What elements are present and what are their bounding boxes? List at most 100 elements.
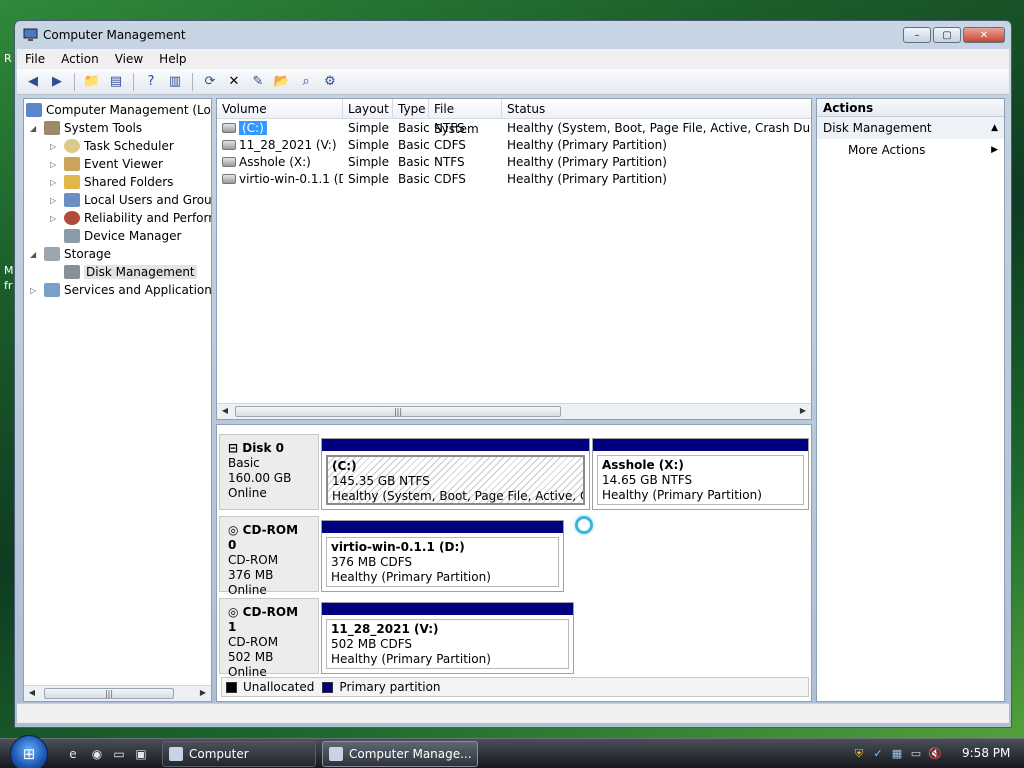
volume-list-horizontal-scrollbar[interactable]: ◀ ||| ▶ <box>217 403 811 419</box>
column-file-system[interactable]: File System <box>429 99 502 136</box>
close-button[interactable]: ✕ <box>963 27 1005 43</box>
actions-section-disk-management[interactable]: Disk Management ▲ <box>817 117 1004 139</box>
show-hide-tree-icon[interactable]: ▤ <box>106 72 126 92</box>
tree-item-disk-management[interactable]: Disk Management <box>64 263 197 281</box>
tree-item-device-manager[interactable]: Device Manager <box>64 227 181 245</box>
volume-muted-icon[interactable]: 🔇 <box>928 747 942 761</box>
shared-folder-icon <box>64 175 80 189</box>
menu-action[interactable]: Action <box>53 52 107 66</box>
tree-item-computer-management[interactable]: Computer Management (Local <box>26 101 212 119</box>
sync-icon[interactable]: ✓ <box>871 747 885 761</box>
disk-name: ◎ CD-ROM 0 <box>228 523 299 552</box>
partition-x[interactable]: Asshole (X:) 14.65 GB NTFS Healthy (Prim… <box>592 438 809 510</box>
settings-icon[interactable]: ⚙ <box>320 72 340 92</box>
partition-name: virtio-win-0.1.1 (D:) <box>331 540 465 554</box>
start-button[interactable]: ⊞ <box>10 735 48 768</box>
window-title: Computer Management <box>43 28 186 42</box>
partition-size: 14.65 GB NTFS <box>602 473 693 487</box>
show-hide-action-pane-icon[interactable]: ▥ <box>165 72 185 92</box>
open-icon[interactable]: 📂 <box>272 72 292 92</box>
volume-type: Basic <box>398 138 429 152</box>
cdrom-1-info[interactable]: ◎ CD-ROM 1 CD-ROM 502 MB Online <box>219 598 319 679</box>
network-icon[interactable]: ▦ <box>890 747 904 761</box>
services-icon <box>44 283 60 297</box>
scroll-right-icon[interactable]: ▶ <box>797 406 809 415</box>
table-row[interactable]: (C:) Simple Basic NTFS Healthy (System, … <box>217 120 811 137</box>
volume-name: Asshole (X:) <box>239 155 311 169</box>
column-layout[interactable]: Layout <box>343 99 393 119</box>
forward-icon[interactable]: ▶ <box>47 72 67 92</box>
partition-d[interactable]: virtio-win-0.1.1 (D:) 376 MB CDFS Health… <box>321 520 564 592</box>
collapse-arrow-icon[interactable]: ◢ <box>30 250 40 259</box>
column-volume[interactable]: Volume <box>217 99 343 119</box>
tree-horizontal-scrollbar[interactable]: ◀ ||| ▶ <box>24 685 211 701</box>
expand-arrow-icon[interactable]: ▷ <box>50 142 60 151</box>
scrollbar-thumb[interactable]: ||| <box>235 406 561 417</box>
table-row[interactable]: Asshole (X:) Simple Basic NTFS Healthy (… <box>217 154 811 171</box>
tree-item-reliability[interactable]: ▷ Reliability and Performa <box>50 209 211 227</box>
disk-management-icon <box>64 265 80 279</box>
partition-v[interactable]: 11_28_2021 (V:) 502 MB CDFS Healthy (Pri… <box>321 602 574 674</box>
tree-item-local-users[interactable]: ▷ Local Users and Groups <box>50 191 211 209</box>
storage-icon <box>44 247 60 261</box>
help-icon[interactable]: ? <box>141 72 161 92</box>
expand-arrow-icon[interactable]: ▷ <box>50 214 60 223</box>
media-player-icon[interactable]: ◉ <box>88 746 106 762</box>
search-icon[interactable]: ⌕ <box>296 72 316 92</box>
partition-bar <box>322 603 573 615</box>
disk-state: Online <box>228 583 267 597</box>
clock[interactable]: 9:58 PM <box>962 746 1010 760</box>
tree-item-task-scheduler[interactable]: ▷ Task Scheduler <box>50 137 174 155</box>
tree-item-event-viewer[interactable]: ▷ Event Viewer <box>50 155 163 173</box>
properties-icon[interactable]: ✎ <box>248 72 268 92</box>
tree-item-storage[interactable]: ◢ Storage <box>30 245 111 263</box>
expand-arrow-icon[interactable]: ▷ <box>30 286 40 295</box>
table-row[interactable]: 11_28_2021 (V:) Simple Basic CDFS Health… <box>217 137 811 154</box>
collapse-caret-icon[interactable]: ▲ <box>991 117 998 139</box>
scroll-right-icon[interactable]: ▶ <box>197 688 209 697</box>
switch-windows-icon[interactable]: ▣ <box>132 746 150 762</box>
column-type[interactable]: Type <box>393 99 429 119</box>
up-folder-icon[interactable]: 📁 <box>82 72 102 92</box>
internet-explorer-icon[interactable]: e <box>64 746 82 762</box>
disk-0-info[interactable]: ⊟ Disk 0 Basic 160.00 GB Online <box>219 434 319 510</box>
expand-arrow-icon[interactable]: ▷ <box>50 196 60 205</box>
show-desktop-icon[interactable]: ▭ <box>110 746 128 762</box>
partition-c[interactable]: (C:) 145.35 GB NTFS Healthy (System, Boo… <box>321 438 590 510</box>
scroll-left-icon[interactable]: ◀ <box>26 688 38 697</box>
cdrom-0-info[interactable]: ◎ CD-ROM 0 CD-ROM 376 MB Online <box>219 516 319 597</box>
partition-body: Asshole (X:) 14.65 GB NTFS Healthy (Prim… <box>597 455 804 505</box>
volume-status: Healthy (Primary Partition) <box>507 155 667 169</box>
disk-kind: CD-ROM <box>228 635 279 649</box>
scrollbar-thumb[interactable]: ||| <box>44 688 174 699</box>
taskbar-button-computer-management[interactable]: Computer Manage... <box>322 741 478 767</box>
delete-icon[interactable]: ✕ <box>224 72 244 92</box>
tree-item-services-applications[interactable]: ▷ Services and Applications <box>30 281 211 299</box>
taskbar-button-computer[interactable]: Computer <box>162 741 316 767</box>
event-viewer-icon <box>64 157 80 171</box>
menu-help[interactable]: Help <box>151 52 194 66</box>
expand-arrow-icon[interactable]: ▷ <box>50 160 60 169</box>
expand-arrow-icon[interactable]: ▷ <box>50 178 60 187</box>
title-bar[interactable]: Computer Management – ▢ ✕ <box>15 21 1011 49</box>
tree-item-system-tools[interactable]: ◢ System Tools <box>30 119 142 137</box>
scroll-left-icon[interactable]: ◀ <box>219 406 231 415</box>
security-shield-icon[interactable]: ⛨ <box>852 747 866 761</box>
taskbar: ⊞ e ◉ ▭ ▣ Computer Computer Manage... ⛨ … <box>0 735 1024 768</box>
collapse-arrow-icon[interactable]: ◢ <box>30 124 40 133</box>
tree-item-label: Computer Management (Local <box>46 103 212 117</box>
column-status[interactable]: Status <box>502 99 811 119</box>
display-icon[interactable]: ▭ <box>909 747 923 761</box>
volume-layout: Simple <box>348 172 389 186</box>
table-row[interactable]: virtio-win-0.1.1 (D:) Simple Basic CDFS … <box>217 171 811 188</box>
tree-item-shared-folders[interactable]: ▷ Shared Folders <box>50 173 173 191</box>
maximize-button[interactable]: ▢ <box>933 27 961 43</box>
partition-bar <box>593 439 808 451</box>
menu-file[interactable]: File <box>17 52 53 66</box>
refresh-icon[interactable]: ⟳ <box>200 72 220 92</box>
menu-view[interactable]: View <box>107 52 151 66</box>
more-actions-item[interactable]: More Actions ▶ <box>817 139 1004 161</box>
minimize-button[interactable]: – <box>903 27 931 43</box>
volume-status: Healthy (Primary Partition) <box>507 172 667 186</box>
back-icon[interactable]: ◀ <box>23 72 43 92</box>
